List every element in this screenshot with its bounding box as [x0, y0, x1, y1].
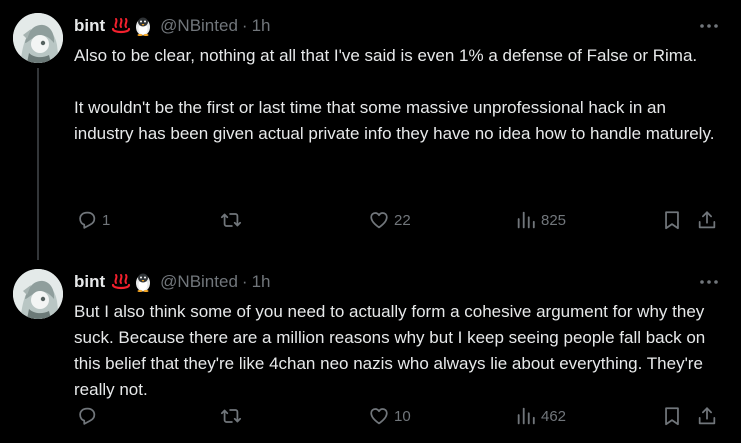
- reply-button[interactable]: [76, 404, 102, 428]
- bookmark-icon: [665, 407, 679, 426]
- like-count: 22: [394, 211, 411, 229]
- share-button[interactable]: [696, 208, 718, 232]
- action-bar: 1 22 825: [0, 208, 741, 232]
- retweet-icon: [220, 409, 242, 423]
- heart-icon: [370, 408, 388, 425]
- retweet-icon: [220, 213, 242, 227]
- reply-count: 1: [102, 211, 111, 229]
- tweet-paragraph: It wouldn't be the first or last time th…: [74, 98, 715, 143]
- author-name[interactable]: bint: [74, 272, 105, 292]
- avatar[interactable]: [13, 13, 63, 63]
- tweet-text: Also to be clear, nothing at all that I'…: [74, 43, 724, 147]
- view-count: 462: [541, 407, 567, 425]
- tweet-paragraph: Also to be clear, nothing at all that I'…: [74, 46, 698, 65]
- penguin-emoji: [134, 16, 152, 36]
- tweet-header: bint @NBinted · 1h: [74, 14, 271, 38]
- bookmark-button[interactable]: [661, 404, 683, 428]
- tweet[interactable]: bint @NBinted · 1h: [0, 256, 741, 443]
- separator-dot: ·: [241, 272, 248, 291]
- author-handle[interactable]: @NBinted: [160, 272, 238, 292]
- share-button[interactable]: [696, 404, 718, 428]
- bookmark-icon: [665, 211, 679, 230]
- share-icon: [698, 211, 716, 229]
- reply-icon: [79, 211, 96, 229]
- like-count: 10: [394, 407, 411, 425]
- views-button[interactable]: 825: [515, 208, 566, 232]
- tweet[interactable]: bint @NBinted · 1h: [0, 0, 741, 260]
- share-icon: [698, 407, 716, 425]
- author-name[interactable]: bint: [74, 16, 105, 36]
- more-options-icon[interactable]: [698, 16, 720, 36]
- tweet-paragraph: But I also think some of you need to act…: [74, 302, 706, 399]
- timestamp[interactable]: 1h: [252, 16, 271, 36]
- avatar[interactable]: [13, 269, 63, 319]
- like-button[interactable]: 22: [368, 208, 411, 232]
- action-bar: 10 462: [0, 404, 741, 428]
- reply-button[interactable]: 1: [76, 208, 110, 232]
- timestamp[interactable]: 1h: [252, 272, 271, 292]
- reply-icon: [79, 407, 96, 425]
- more-options-icon[interactable]: [698, 272, 720, 292]
- tweet-text: But I also think some of you need to act…: [74, 299, 724, 403]
- like-button[interactable]: 10: [368, 404, 411, 428]
- tweet-header: bint @NBinted · 1h: [74, 270, 271, 294]
- author-handle[interactable]: @NBinted: [160, 16, 238, 36]
- heart-icon: [370, 212, 388, 229]
- separator-dot: ·: [241, 16, 248, 35]
- retweet-button[interactable]: [219, 208, 247, 232]
- view-count: 825: [541, 211, 567, 229]
- retweet-button[interactable]: [219, 404, 247, 428]
- hot-springs-emoji: [111, 16, 131, 36]
- analytics-icon: [517, 407, 535, 425]
- analytics-icon: [517, 211, 535, 229]
- bookmark-button[interactable]: [661, 208, 683, 232]
- penguin-emoji: [134, 272, 152, 292]
- views-button[interactable]: 462: [515, 404, 566, 428]
- hot-springs-emoji: [111, 272, 131, 292]
